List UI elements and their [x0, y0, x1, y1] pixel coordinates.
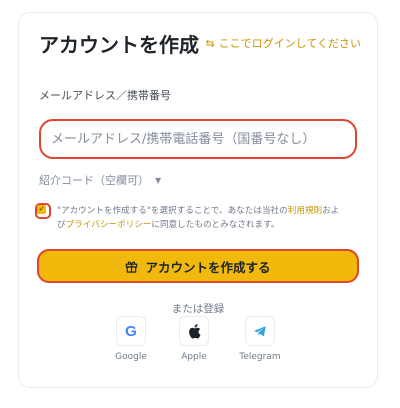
terms-agreement: ✓ "アカウントを作成する"を選択することで、あなたは当社の利用規則およびプライ… [35, 203, 365, 233]
terms-of-use-link[interactable]: 利用規則 [288, 206, 322, 216]
terms-text-part3: び [57, 220, 66, 230]
caret-down-icon: ▼ [155, 175, 162, 185]
page-title: アカウントを作成 [39, 33, 199, 57]
login-link[interactable]: ⇆ ここでログインしてください [205, 35, 361, 51]
referral-code-toggle[interactable]: 紹介コード（空欄可） ▼ [39, 172, 161, 188]
or-register-divider: または登録 [171, 303, 225, 315]
terms-checkbox[interactable]: ✓ [37, 205, 46, 214]
privacy-policy-link[interactable]: プライバシーポリシー [66, 220, 152, 230]
email-phone-field-wrapper [39, 119, 357, 159]
telegram-icon [245, 316, 275, 346]
email-phone-input[interactable] [41, 121, 355, 157]
google-icon: G [116, 316, 146, 346]
swap-arrows-icon: ⇆ [205, 36, 215, 50]
login-link-label: ここでログインしてください [218, 37, 361, 50]
google-signup-button[interactable]: G Google [101, 316, 161, 362]
apple-icon [179, 316, 209, 346]
email-phone-label: メールアドレス／携帯番号 [39, 89, 171, 102]
card-header: アカウントを作成 ⇆ ここでログインしてください [39, 27, 361, 57]
social-signup-list: G Google Apple Telegram [19, 316, 377, 376]
google-label: Google [115, 352, 147, 362]
gift-icon [125, 260, 138, 273]
terms-text: "アカウントを作成する"を選択することで、あなたは当社の利用規則およびプライバシ… [57, 204, 367, 232]
terms-text-part1: "アカウントを作成する"を選択することで、あなたは当社の [57, 206, 288, 216]
signup-card: アカウントを作成 ⇆ ここでログインしてください メールアドレス／携帯番号 紹介… [18, 12, 378, 388]
create-account-button[interactable]: アカウントを作成する [37, 249, 359, 283]
apple-signup-button[interactable]: Apple [164, 316, 224, 362]
referral-code-label: 紹介コード（空欄可） [39, 174, 149, 187]
check-icon: ✓ [38, 205, 45, 213]
terms-text-part2: およ [322, 206, 340, 216]
telegram-label: Telegram [239, 352, 281, 362]
telegram-signup-button[interactable]: Telegram [230, 316, 290, 362]
terms-text-part4: に同意したものとみなされます。 [151, 220, 280, 230]
apple-label: Apple [181, 352, 207, 362]
create-account-label: アカウントを作成する [145, 259, 271, 275]
